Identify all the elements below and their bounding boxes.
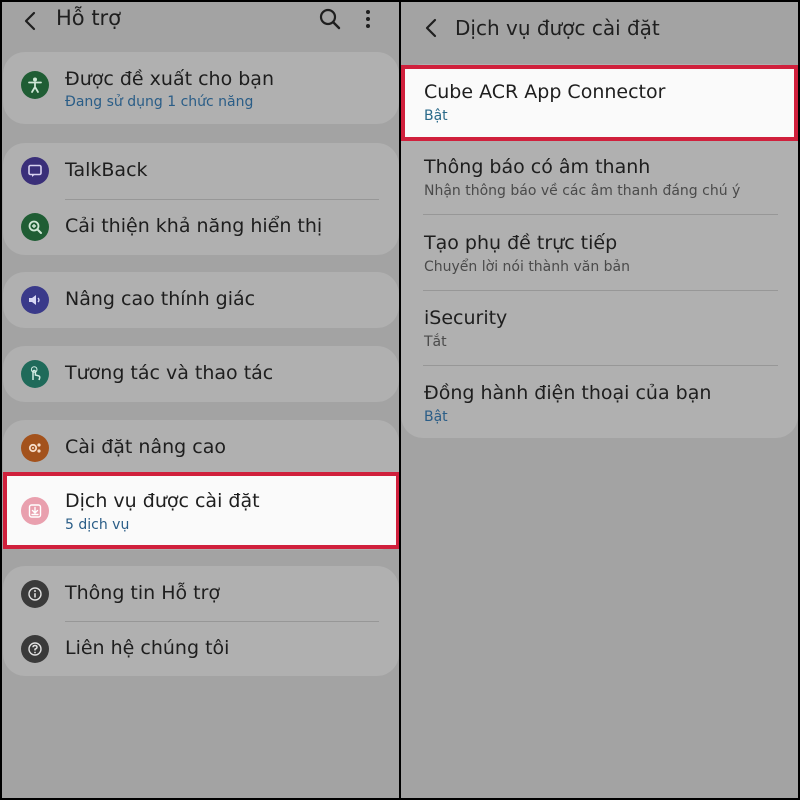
list-item-title: Thông tin Hỗ trợ <box>65 582 221 604</box>
list-item-phone-companion[interactable]: Đồng hành điện thoại của bạn Bật <box>401 378 798 438</box>
gear-icon <box>21 434 49 462</box>
list-item-cube-acr[interactable]: Cube ACR App Connector Bật <box>401 65 798 141</box>
list-item-support-info[interactable]: Thông tin Hỗ trợ <box>3 566 399 621</box>
list-item-title: Thông báo có âm thanh <box>424 156 651 178</box>
list-item-subtitle: 5 dịch vụ <box>65 517 130 533</box>
list-item-advanced-settings[interactable]: Cài đặt nâng cao <box>3 420 399 476</box>
list-item-content: Cube ACR App Connector Bật <box>405 69 794 139</box>
header: Dịch vụ được cài đặt <box>401 2 798 42</box>
card-vision: TalkBack Cải thiện khả năng hiển thị <box>3 143 399 255</box>
card-interaction: Tương tác và thao tác <box>3 346 399 402</box>
help-icon <box>21 635 49 663</box>
list-item-title: Cải thiện khả năng hiển thị <box>65 215 323 237</box>
list-item-title: Được đề xuất cho bạn <box>65 68 274 90</box>
page-title: Dịch vụ được cài đặt <box>455 16 660 40</box>
card-hearing: Nâng cao thính giác <box>3 272 399 328</box>
list-item-contact-us[interactable]: Liên hệ chúng tôi <box>3 621 399 676</box>
list-item-interaction[interactable]: Tương tác và thao tác <box>3 346 399 402</box>
hearing-icon <box>21 286 49 314</box>
list-item-subtitle: Chuyển lời nói thành văn bản <box>424 259 630 275</box>
list-item-title: Liên hệ chúng tôi <box>65 637 230 659</box>
back-arrow-icon[interactable] <box>20 10 42 32</box>
right-pane: Dịch vụ được cài đặt Thông báo có âm tha… <box>401 2 798 798</box>
divider <box>423 365 778 366</box>
accessibility-icon <box>21 71 49 99</box>
back-arrow-icon[interactable] <box>421 17 443 39</box>
list-item-visibility[interactable]: Cải thiện khả năng hiển thị <box>3 199 399 255</box>
list-item-content: Dịch vụ được cài đặt 5 dịch vụ <box>7 476 396 546</box>
list-item-title: Đồng hành điện thoại của bạn <box>424 382 712 404</box>
search-icon[interactable] <box>318 7 342 31</box>
list-item-subtitle: Nhận thông báo về các âm thanh đáng chú … <box>424 183 741 199</box>
list-item-hearing[interactable]: Nâng cao thính giác <box>3 272 399 328</box>
card-support: Thông tin Hỗ trợ Liên hệ chúng tôi <box>3 566 399 676</box>
touch-icon <box>21 360 49 388</box>
list-item-title: Cube ACR App Connector <box>424 81 666 103</box>
list-item-title: Cài đặt nâng cao <box>65 436 226 458</box>
magnifier-icon <box>21 213 49 241</box>
list-item-sound-notifications[interactable]: Thông báo có âm thanh Nhận thông báo về … <box>401 152 798 227</box>
list-item-installed-services[interactable]: Dịch vụ được cài đặt 5 dịch vụ <box>3 472 399 549</box>
card-recommended: Được đề xuất cho bạn Đang sử dụng 1 chức… <box>3 52 399 124</box>
list-item-recommended[interactable]: Được đề xuất cho bạn Đang sử dụng 1 chức… <box>3 52 399 124</box>
list-item-talkback[interactable]: TalkBack <box>3 143 399 199</box>
talkback-icon <box>21 157 49 185</box>
more-options-icon[interactable] <box>358 7 378 31</box>
list-item-live-caption[interactable]: Tạo phụ đề trực tiếp Chuyển lời nói thàn… <box>401 228 798 303</box>
list-item-subtitle: Bật <box>424 409 448 425</box>
info-icon <box>21 580 49 608</box>
list-item-isecurity[interactable]: iSecurity Tắt <box>401 303 798 378</box>
divider <box>423 290 778 291</box>
list-item-subtitle: Bật <box>424 108 448 124</box>
list-item-title: Nâng cao thính giác <box>65 288 256 310</box>
divider <box>423 214 778 215</box>
list-item-subtitle: Tắt <box>424 334 447 350</box>
download-icon <box>21 497 49 525</box>
list-item-title: Tương tác và thao tác <box>65 362 274 384</box>
left-pane: Hỗ trợ Được đề xuất cho bạn Đang sử dụng… <box>2 2 399 798</box>
list-item-title: iSecurity <box>424 307 508 329</box>
list-item-title: TalkBack <box>65 159 148 181</box>
page-title: Hỗ trợ <box>56 6 122 30</box>
header: Hỗ trợ <box>2 2 399 42</box>
list-item-subtitle: Đang sử dụng 1 chức năng <box>65 94 254 110</box>
list-item-title: Tạo phụ đề trực tiếp <box>424 232 618 254</box>
list-item-title: Dịch vụ được cài đặt <box>65 490 260 512</box>
